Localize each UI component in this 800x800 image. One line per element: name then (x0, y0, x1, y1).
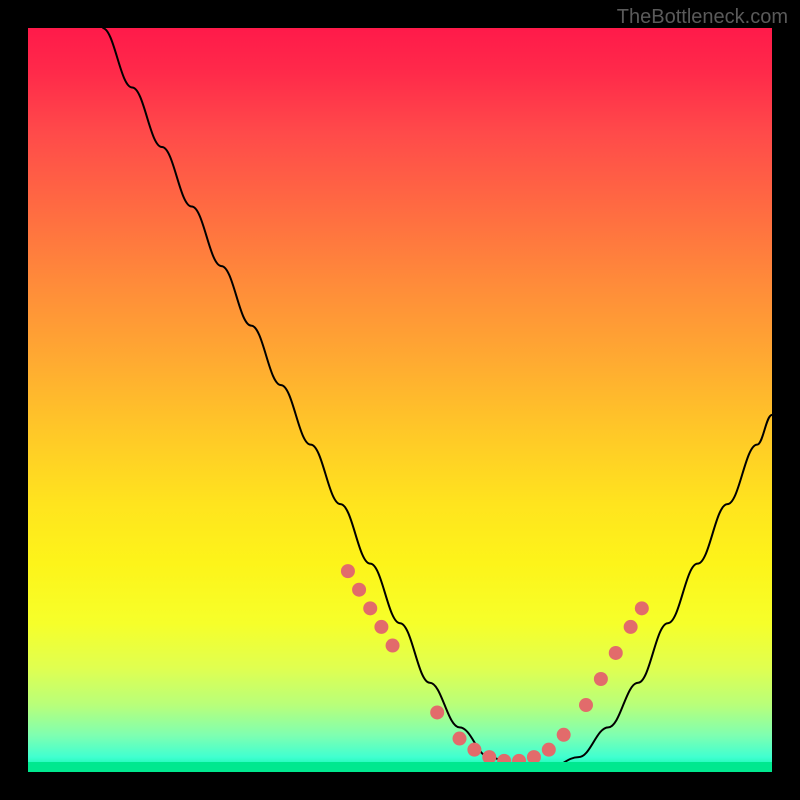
optimal-zone-strip (28, 762, 772, 772)
watermark-text: TheBottleneck.com (617, 6, 788, 29)
chart-plot-area (28, 28, 772, 772)
heat-gradient-background (28, 28, 772, 772)
